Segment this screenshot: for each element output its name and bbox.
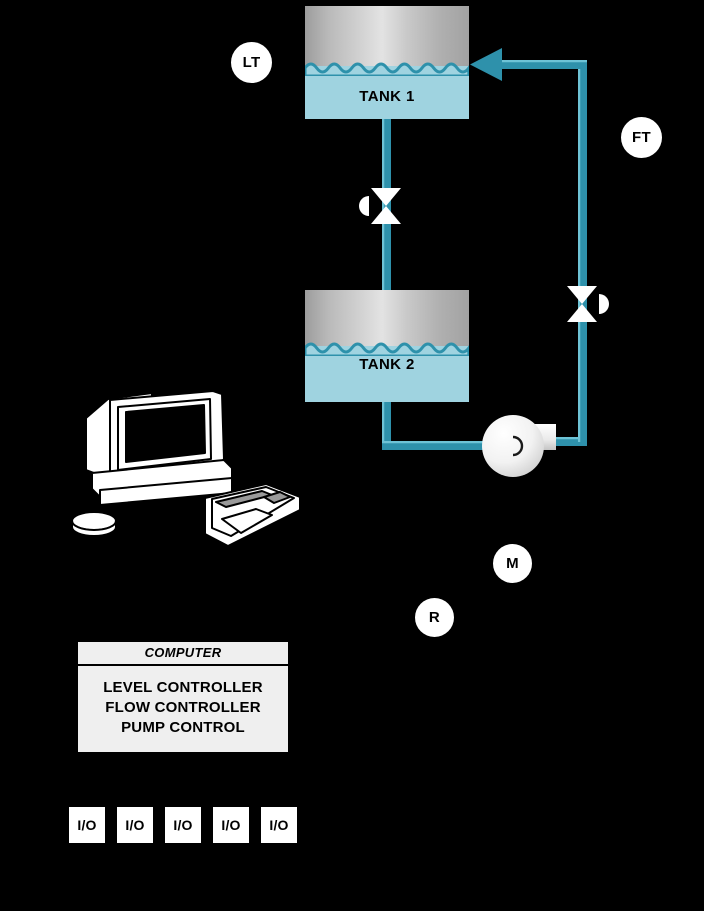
io-module-5[interactable]: I/O — [261, 807, 297, 843]
io-module-2-label: I/O — [125, 817, 145, 833]
operator-workstation — [71, 390, 301, 547]
io-module-3-label: I/O — [173, 817, 193, 833]
process-diagram-canvas: TANK 1 TANK 2 LT FT M R COMPUTER LEVEL C… — [0, 0, 704, 911]
computer-control-box-body: LEVEL CONTROLLER FLOW CONTROLLER PUMP CO… — [78, 666, 288, 738]
io-module-1-label: I/O — [77, 817, 97, 833]
control-function-flow: FLOW CONTROLLER — [105, 699, 261, 716]
io-module-3[interactable]: I/O — [165, 807, 201, 843]
computer-control-box-header: COMPUTER — [78, 642, 288, 666]
control-function-pump: PUMP CONTROL — [121, 719, 245, 736]
monitor-screen — [125, 404, 206, 463]
io-module-2[interactable]: I/O — [117, 807, 153, 843]
control-function-level: LEVEL CONTROLLER — [103, 679, 263, 696]
io-module-5-label: I/O — [269, 817, 289, 833]
io-module-1[interactable]: I/O — [69, 807, 105, 843]
computer-control-box: COMPUTER LEVEL CONTROLLER FLOW CONTROLLE… — [76, 640, 290, 754]
io-module-4[interactable]: I/O — [213, 807, 249, 843]
io-module-4-label: I/O — [221, 817, 241, 833]
